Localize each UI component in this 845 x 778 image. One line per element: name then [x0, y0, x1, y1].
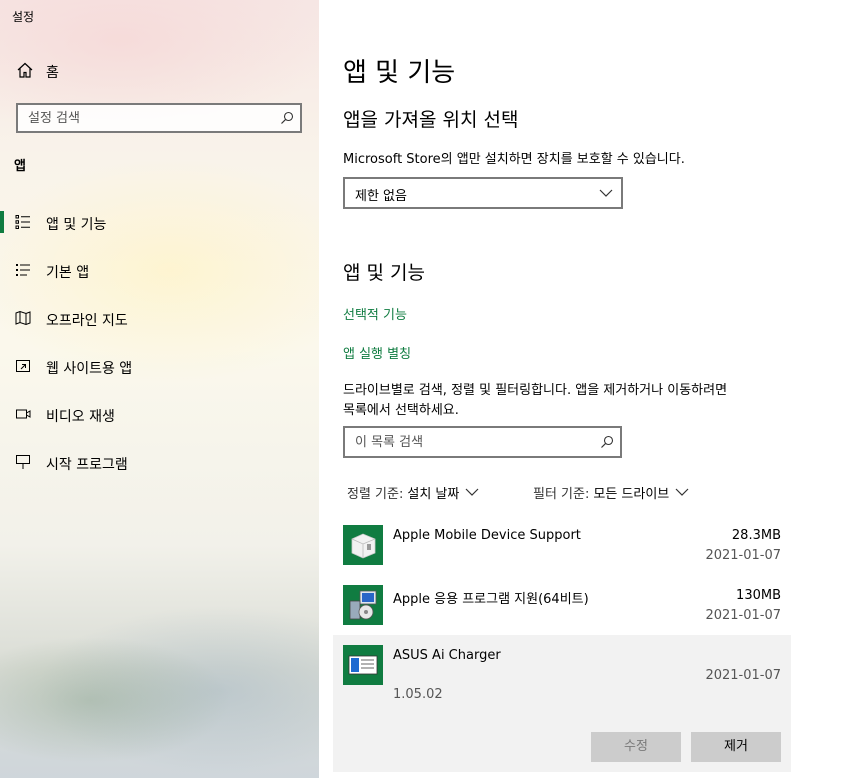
sidebar-item-label: 웹 사이트용 앱: [46, 361, 133, 377]
app-install-date: 2021-01-07: [705, 668, 781, 683]
install-source-dropdown[interactable]: 제한 없음: [343, 177, 623, 209]
sidebar-item-label: 앱 및 기능: [46, 217, 107, 233]
sidebar-item-startup[interactable]: 시작 프로그램: [0, 442, 319, 482]
sidebar-item-video-playback[interactable]: 비디오 재생: [0, 394, 319, 434]
modify-button[interactable]: 수정: [591, 732, 681, 762]
apps-for-websites-icon: [16, 360, 30, 372]
video-playback-icon: [16, 409, 31, 419]
nav-home[interactable]: 홈: [0, 50, 319, 90]
selection-indicator: [0, 211, 4, 233]
optional-features-link[interactable]: 선택적 기능: [343, 304, 407, 323]
sort-value: 설치 날짜: [407, 486, 460, 502]
app-name: Apple Mobile Device Support: [393, 528, 581, 543]
sidebar-item-label: 기본 앱: [46, 265, 90, 281]
default-apps-icon: [16, 264, 30, 276]
app-icon: [343, 585, 383, 625]
filter-value: 모든 드라이브: [593, 486, 670, 502]
sidebar-section-label: 앱: [14, 159, 26, 174]
install-source-heading: 앱을 가져올 위치 선택: [343, 109, 519, 131]
filter-label: 필터 기준:: [533, 486, 590, 502]
sidebar-item-label: 시작 프로그램: [46, 457, 128, 473]
home-icon: [17, 62, 33, 78]
sidebar-item-apps-for-websites[interactable]: 웹 사이트용 앱: [0, 346, 319, 386]
app-list-item[interactable]: Apple 응용 프로그램 지원(64비트) 130MB 2021-01-07: [333, 576, 791, 634]
filter-by-dropdown[interactable]: 필터 기준: 모든 드라이브: [533, 482, 689, 502]
apps-section-description-line2: 목록에서 선택하세요.: [343, 403, 459, 418]
offline-maps-icon: [15, 310, 31, 326]
search-icon[interactable]: [600, 435, 614, 449]
sidebar-item-label: 비디오 재생: [46, 409, 115, 425]
chevron-down-icon: [599, 189, 613, 197]
page-title: 앱 및 기능: [343, 58, 456, 88]
settings-search-box[interactable]: [16, 103, 302, 133]
app-install-date: 2021-01-07: [705, 608, 781, 623]
app-list-search-input[interactable]: [345, 428, 585, 456]
search-icon[interactable]: [280, 111, 294, 125]
app-aliases-link[interactable]: 앱 실행 별칭: [343, 343, 411, 362]
app-size: 130MB: [736, 588, 781, 603]
app-name: Apple 응용 프로그램 지원(64비트): [393, 592, 589, 607]
app-icon: [343, 525, 383, 565]
app-size: 28.3MB: [731, 528, 781, 543]
install-source-description: Microsoft Store의 앱만 설치하면 장치를 보호할 수 있습니다.: [343, 152, 685, 167]
sidebar-item-offline-maps[interactable]: 오프라인 지도: [0, 298, 319, 338]
chevron-down-icon: [465, 488, 479, 496]
app-icon: [343, 645, 383, 685]
sidebar: 설정 홈 앱 앱 및 기능: [0, 0, 319, 778]
device-support-icon: [351, 533, 376, 559]
sort-label: 정렬 기준:: [347, 486, 404, 502]
uninstall-button[interactable]: 제거: [691, 732, 781, 762]
sidebar-item-default-apps[interactable]: 기본 앱: [0, 250, 319, 290]
app-list-item-selected[interactable]: ASUS Ai Charger 2021-01-07 1.05.02 수정 제거: [333, 635, 791, 772]
startup-icon: [16, 455, 30, 469]
sidebar-item-apps-features[interactable]: 앱 및 기능: [0, 202, 319, 242]
apps-section-description-line1: 드라이브별로 검색, 정렬 및 필터링합니다. 앱을 제거하거나 이동하려면: [343, 383, 728, 398]
dropdown-value: 제한 없음: [355, 189, 407, 204]
sidebar-item-label: 오프라인 지도: [46, 313, 128, 329]
app-list-search-box[interactable]: [343, 426, 622, 458]
app-install-date: 2021-01-07: [705, 548, 781, 563]
apps-section-heading: 앱 및 기능: [343, 262, 425, 284]
apps-features-icon: [15, 215, 30, 229]
charger-app-icon: [348, 655, 378, 675]
application-support-icon: [349, 590, 377, 620]
main-content: 앱 및 기능 앱을 가져올 위치 선택 Microsoft Store의 앱만 …: [319, 0, 845, 778]
app-version: 1.05.02: [393, 687, 443, 702]
chevron-down-icon: [675, 488, 689, 496]
sort-by-dropdown[interactable]: 정렬 기준: 설치 날짜: [347, 482, 479, 502]
app-list-item[interactable]: Apple Mobile Device Support 28.3MB 2021-…: [333, 516, 791, 574]
settings-search-input[interactable]: [18, 105, 268, 131]
app-name: ASUS Ai Charger: [393, 648, 501, 663]
nav-home-label: 홈: [46, 65, 59, 81]
window-title: 설정: [12, 10, 35, 24]
